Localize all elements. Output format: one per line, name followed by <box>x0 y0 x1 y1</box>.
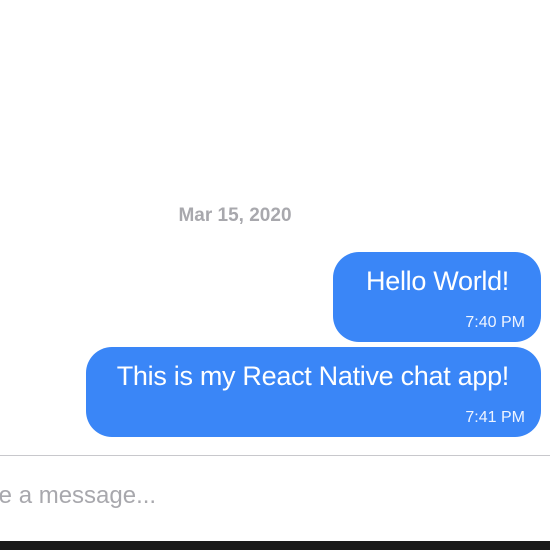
date-separator: Mar 15, 2020 <box>178 205 292 226</box>
message-time: 7:40 PM <box>465 314 525 331</box>
chat-screen: Mar 15, 2020 Hello World! 7:40 PM This i… <box>0 0 550 550</box>
message-text: Hello World! <box>366 266 509 296</box>
message-bubble[interactable]: Hello World! 7:40 PM <box>333 252 541 342</box>
message-text: This is my React Native chat app! <box>116 361 510 391</box>
bottom-bar <box>0 541 550 550</box>
message-time: 7:41 PM <box>465 409 525 426</box>
message-input[interactable] <box>0 476 520 516</box>
composer-divider <box>0 455 550 456</box>
message-bubble[interactable]: This is my React Native chat app! 7:41 P… <box>86 347 541 437</box>
